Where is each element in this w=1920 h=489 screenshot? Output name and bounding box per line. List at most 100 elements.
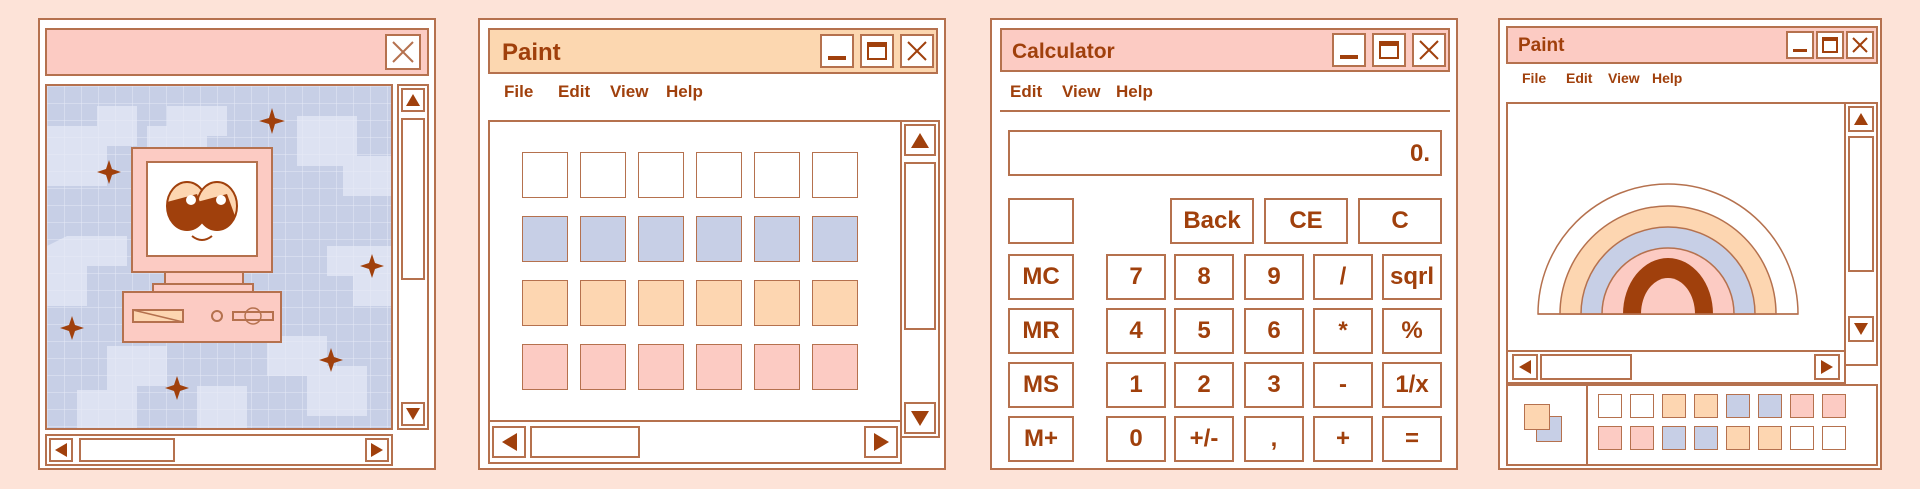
color-swatch-lavender[interactable] [812,216,858,262]
scroll-thumb[interactable] [904,162,936,330]
menu-file[interactable]: File [1522,70,1546,86]
color-swatch-peach[interactable] [580,280,626,326]
calc-key[interactable]: = [1382,416,1442,462]
calc-key[interactable]: - [1313,362,1373,408]
close-button[interactable] [1846,31,1874,59]
minimize-button[interactable] [820,34,854,68]
scroll-thumb[interactable] [401,118,425,280]
menu-file[interactable]: File [504,82,533,102]
horizontal-scrollbar[interactable] [45,434,393,466]
color-swatch-pink[interactable] [638,344,684,390]
color-swatch-white[interactable] [638,152,684,198]
scroll-up-button[interactable] [401,88,425,112]
calc-key[interactable]: 7 [1106,254,1166,300]
calc-key[interactable]: / [1313,254,1373,300]
scroll-left-button[interactable] [1512,354,1538,380]
foreground-color-swatch[interactable] [1524,404,1550,430]
color-swatch-peach[interactable] [638,280,684,326]
menu-edit[interactable]: Edit [558,82,590,102]
color-swatch-white[interactable] [754,152,800,198]
palette-swatch-lavender[interactable] [1726,394,1750,418]
palette-swatch-pink[interactable] [1822,394,1846,418]
color-swatch-white[interactable] [696,152,742,198]
calc-key-ms[interactable]: MS [1008,362,1074,408]
calc-key-mc[interactable]: MC [1008,254,1074,300]
palette-swatch-peach[interactable] [1758,426,1782,450]
calc-key[interactable]: +/- [1174,416,1234,462]
calc-key-c[interactable]: C [1358,198,1442,244]
vertical-scrollbar[interactable] [900,120,940,438]
scroll-down-button[interactable] [401,402,425,426]
calc-key[interactable]: 5 [1174,308,1234,354]
palette-swatch-pink[interactable] [1790,394,1814,418]
color-swatch-lavender[interactable] [754,216,800,262]
calc-key-mplus[interactable]: M+ [1008,416,1074,462]
color-swatch-pink[interactable] [696,344,742,390]
palette-swatch-lavender[interactable] [1758,394,1782,418]
maximize-button[interactable] [860,34,894,68]
color-swatch-lavender[interactable] [580,216,626,262]
color-swatch-pink[interactable] [812,344,858,390]
menu-help[interactable]: Help [1652,70,1682,86]
scroll-up-button[interactable] [904,124,936,156]
calc-key[interactable]: sqrl [1382,254,1442,300]
palette-swatch-lavender[interactable] [1694,426,1718,450]
maximize-button[interactable] [1816,31,1844,59]
calc-key[interactable]: 1/x [1382,362,1442,408]
calc-key[interactable]: + [1313,416,1373,462]
menu-view[interactable]: View [610,82,648,102]
vertical-scrollbar[interactable] [397,84,429,430]
scroll-thumb[interactable] [79,438,175,462]
menu-edit[interactable]: Edit [1010,82,1042,102]
calc-key[interactable]: 8 [1174,254,1234,300]
calc-key[interactable]: 4 [1106,308,1166,354]
color-swatch-peach[interactable] [522,280,568,326]
vertical-scrollbar[interactable] [1844,102,1878,366]
color-swatch-lavender[interactable] [696,216,742,262]
color-swatch-lavender[interactable] [638,216,684,262]
horizontal-scrollbar[interactable] [488,420,902,464]
palette-swatch-peach[interactable] [1694,394,1718,418]
minimize-button[interactable] [1786,31,1814,59]
close-button[interactable] [1412,33,1446,67]
color-swatch-white[interactable] [522,152,568,198]
palette-swatch-white[interactable] [1598,394,1622,418]
calc-key[interactable]: 9 [1244,254,1304,300]
horizontal-scrollbar[interactable] [1506,350,1846,384]
palette-swatch-white[interactable] [1630,394,1654,418]
scroll-up-button[interactable] [1848,106,1874,132]
color-swatch-pink[interactable] [580,344,626,390]
calc-key[interactable]: 2 [1174,362,1234,408]
palette-swatch-pink[interactable] [1598,426,1622,450]
calc-key-mr[interactable]: MR [1008,308,1074,354]
close-button[interactable] [900,34,934,68]
calc-key[interactable]: * [1313,308,1373,354]
color-swatch-white[interactable] [812,152,858,198]
scroll-left-button[interactable] [492,426,526,458]
menu-view[interactable]: View [1608,70,1640,86]
palette-swatch-pink[interactable] [1630,426,1654,450]
scroll-down-button[interactable] [1848,316,1874,342]
calc-key[interactable]: 3 [1244,362,1304,408]
minimize-button[interactable] [1332,33,1366,67]
scroll-thumb[interactable] [1540,354,1632,380]
scroll-thumb[interactable] [1848,136,1874,272]
menu-help[interactable]: Help [1116,82,1153,102]
paint-canvas[interactable] [1506,102,1878,366]
scroll-thumb[interactable] [530,426,640,458]
palette-swatch-white[interactable] [1822,426,1846,450]
current-colors-indicator[interactable] [1522,402,1566,446]
scroll-right-button[interactable] [864,426,898,458]
scroll-right-button[interactable] [1814,354,1840,380]
palette-swatch-white[interactable] [1790,426,1814,450]
palette-swatch-peach[interactable] [1662,394,1686,418]
color-swatch-lavender[interactable] [522,216,568,262]
menu-help[interactable]: Help [666,82,703,102]
color-swatch-peach[interactable] [812,280,858,326]
color-swatch-pink[interactable] [754,344,800,390]
calc-key-back[interactable]: Back [1170,198,1254,244]
calc-key[interactable]: 6 [1244,308,1304,354]
color-swatch-white[interactable] [580,152,626,198]
calc-key[interactable]: % [1382,308,1442,354]
color-swatch-peach[interactable] [754,280,800,326]
